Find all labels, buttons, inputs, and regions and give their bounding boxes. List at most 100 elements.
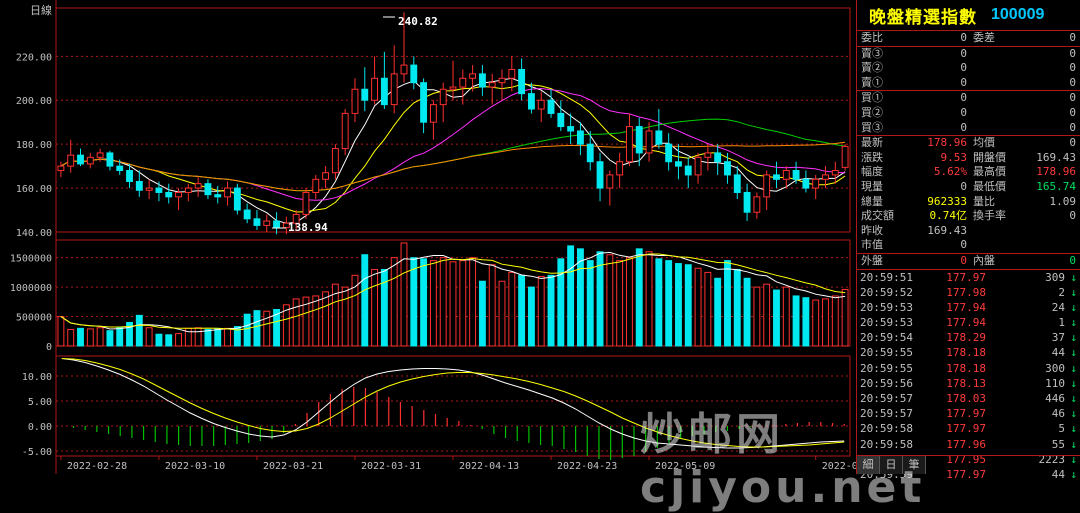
tick-direction-icon: ↓ bbox=[1070, 376, 1077, 390]
volume-bar bbox=[635, 248, 643, 347]
panel-title: 晚盤精選指數 100009 bbox=[857, 0, 1080, 31]
candle-body bbox=[429, 104, 437, 123]
volume-bar bbox=[694, 267, 702, 347]
volume-bar bbox=[822, 298, 829, 347]
volume-bar bbox=[263, 310, 271, 347]
buy-row: 買② 0 0 bbox=[857, 106, 1080, 121]
candle-body bbox=[449, 86, 457, 90]
tick-price: 177.94 bbox=[946, 316, 986, 330]
turnover-value: 0 bbox=[1069, 209, 1076, 223]
tick-volume: 446 bbox=[1045, 392, 1065, 405]
candlestick-chart-area[interactable]: 220.00 200.00 180.00 160.00 140.00 1500000 100… bbox=[0, 0, 856, 474]
volume-bar bbox=[488, 264, 496, 347]
candle-body bbox=[361, 88, 369, 101]
tick-direction-icon: ↓ bbox=[1070, 270, 1077, 284]
period-label: 日線 bbox=[30, 3, 52, 17]
wei-cha-value: 0 bbox=[1069, 31, 1076, 44]
volume-bar bbox=[733, 268, 741, 347]
volume-bar bbox=[243, 313, 251, 347]
candle-body bbox=[175, 191, 182, 198]
volume-bar bbox=[224, 327, 231, 347]
price-tick-label: 160.00 bbox=[16, 184, 52, 195]
candle-body bbox=[606, 174, 614, 189]
tab-trades[interactable]: 筆 bbox=[903, 456, 926, 474]
tick-price: 177.96 bbox=[946, 437, 986, 451]
tick-volume: 55 bbox=[1051, 437, 1065, 451]
buy-price: 0 bbox=[960, 105, 967, 119]
volume-bar bbox=[478, 280, 486, 347]
price-high-annotation: 240.82 bbox=[398, 15, 438, 28]
volume-bar bbox=[67, 329, 75, 347]
candle-body bbox=[567, 126, 575, 132]
candle-body bbox=[518, 68, 526, 95]
inner-label: 內盤 bbox=[973, 253, 995, 267]
buy-label: 買③ bbox=[861, 120, 883, 134]
candle-body bbox=[371, 77, 379, 101]
high-value: 178.96 bbox=[1036, 165, 1076, 179]
tick-row: 20:59:56 178.13 110 ↓ bbox=[857, 376, 1080, 391]
avg-value: 0 bbox=[1069, 136, 1076, 150]
volume-bar bbox=[351, 274, 359, 347]
candle-body bbox=[77, 154, 84, 165]
candle-body bbox=[312, 178, 320, 193]
volume-tick-label: 1500000 bbox=[10, 254, 52, 265]
outer-label: 外盤 bbox=[861, 253, 883, 267]
volume-bar bbox=[155, 333, 163, 347]
price-tick-label: 200.00 bbox=[16, 96, 52, 107]
tick-time: 20:59:52 bbox=[860, 285, 913, 299]
volume-bar bbox=[576, 248, 584, 347]
tick-time: 20:59:55 bbox=[860, 346, 913, 360]
candle-body bbox=[116, 165, 124, 172]
tick-time: 20:59:57 bbox=[860, 392, 913, 405]
candle-body bbox=[831, 170, 839, 176]
volume-bar bbox=[86, 328, 94, 347]
candle-body bbox=[126, 170, 133, 182]
date-tick-label: 2022-04-23 bbox=[557, 461, 617, 472]
tick-time: 20:59:57 bbox=[860, 407, 913, 421]
date-tick-label: 2022-03-21 bbox=[263, 461, 323, 472]
volume-bar bbox=[380, 268, 388, 347]
volume-bar bbox=[116, 326, 124, 347]
volume-bar bbox=[714, 277, 722, 347]
volume-bar bbox=[508, 271, 516, 347]
price-tick-label: 180.00 bbox=[16, 140, 52, 151]
volume-bar bbox=[498, 280, 506, 347]
candle-body bbox=[733, 174, 741, 193]
tick-time: 20:59:55 bbox=[860, 361, 913, 375]
volume-bar bbox=[724, 260, 731, 347]
volume-bar bbox=[645, 251, 653, 347]
candle-body bbox=[165, 191, 173, 198]
macd-tick-label: -5.00 bbox=[22, 447, 52, 458]
price-low-annotation: 138.94 bbox=[288, 221, 328, 234]
candle-body bbox=[596, 161, 604, 189]
tick-list[interactable]: 20:59:51 177.97 309 ↓ 20:59:52 177.98 2 ↓ 20:59:… bbox=[857, 270, 1080, 483]
sell-row: 賣① 0 0 bbox=[857, 76, 1080, 92]
volume-bar bbox=[665, 260, 673, 347]
tick-direction-icon: ↓ bbox=[1070, 361, 1077, 375]
pct-value: 5.62% bbox=[933, 165, 967, 179]
volume-bar bbox=[567, 245, 575, 347]
candle-body bbox=[184, 187, 192, 193]
volume-bar bbox=[537, 276, 545, 347]
tab-detail[interactable]: 細 bbox=[857, 456, 880, 474]
volume-bar bbox=[802, 297, 810, 347]
tick-row: 20:59:58 177.96 55 ↓ bbox=[857, 437, 1080, 452]
volume-bar bbox=[469, 257, 477, 347]
date-tick-label: 2022-05-09 bbox=[655, 461, 715, 472]
date-tick-label: 2022-03-10 bbox=[165, 461, 225, 472]
sell-vol: 0 bbox=[1069, 75, 1076, 89]
tick-time: 20:59:51 bbox=[860, 270, 913, 284]
open-value: 169.43 bbox=[1036, 150, 1076, 164]
tick-direction-icon: ↓ bbox=[1070, 300, 1077, 314]
candle-body bbox=[380, 77, 388, 106]
volume-bar bbox=[743, 277, 751, 347]
candle-body bbox=[498, 77, 506, 84]
volume-tick-label: 500000 bbox=[16, 313, 52, 324]
tick-direction-icon: ↓ bbox=[1070, 285, 1077, 299]
candle-body bbox=[488, 82, 496, 88]
stat-row: 成交額 0.74亿 換手率 0 bbox=[857, 209, 1080, 224]
volume-bar bbox=[586, 260, 594, 347]
tab-daily[interactable]: 日 bbox=[880, 456, 903, 474]
candle-body bbox=[439, 88, 447, 106]
tick-direction-icon: ↓ bbox=[1070, 422, 1077, 436]
